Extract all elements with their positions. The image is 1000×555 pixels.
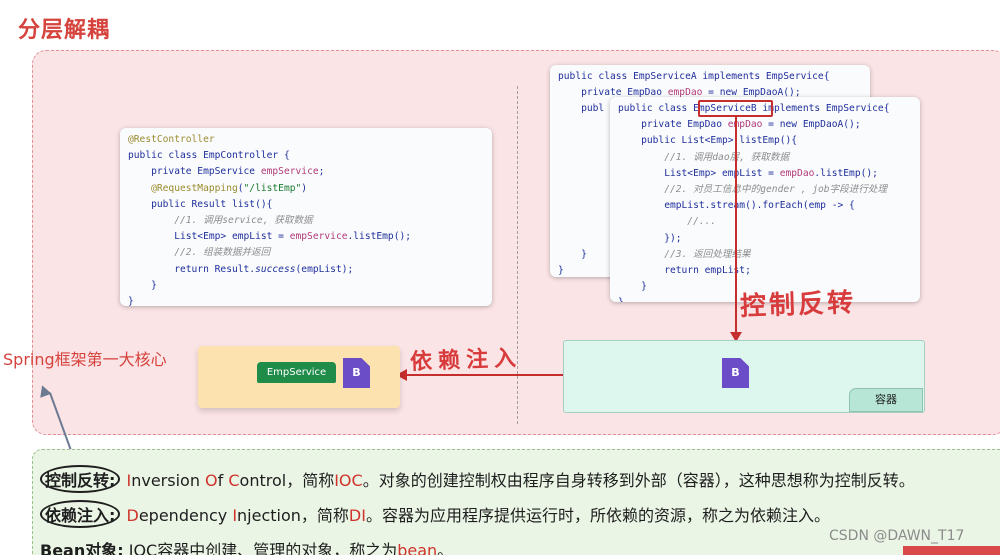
code-line: //2. 对员工信息中的gender , job字段进行处理 xyxy=(618,182,912,198)
code-token: //2. 组装数据并返回 xyxy=(128,247,271,259)
code-line: }); xyxy=(618,231,912,247)
di-definition: 依赖注入: Dependency Injection，简称DI。容器为应用程序提… xyxy=(40,500,830,528)
ioc-description: Inversion Of Control，简称IOC。对象的创建控制权由程序自身… xyxy=(121,471,915,490)
code-token: return Result. xyxy=(128,263,256,275)
code-token: public List<Emp> listEmp(){ xyxy=(618,135,798,147)
code-line: List<Emp> empList = empService.listEmp()… xyxy=(128,229,484,245)
definition-text: ontrol，简称 xyxy=(239,471,335,490)
csdn-watermark: CSDN @DAWN_T17 xyxy=(829,528,965,544)
code-line: public class EmpServiceA implements EmpS… xyxy=(558,69,862,85)
code-line: } xyxy=(128,294,484,306)
di-description: Dependency Injection，简称DI。容器为应用程序提供运行时，所… xyxy=(121,506,830,525)
code-token: ) xyxy=(301,182,308,194)
code-line: return Result.success(empList); xyxy=(128,262,484,278)
code-token: public class EmpController { xyxy=(128,150,290,162)
bean-definition: Bean对象: IOC容器中创建、管理的对象，称之为bean。 xyxy=(40,537,453,555)
definition-text: C xyxy=(228,471,240,490)
code-line: } xyxy=(128,278,484,294)
code-token: private EmpService xyxy=(128,166,261,178)
code-token: } xyxy=(618,297,624,302)
definition-text: IOC容器中创建、管理的对象，称之为 xyxy=(123,541,398,555)
code-token: } xyxy=(558,265,564,277)
ioc-arrow-line xyxy=(735,117,737,337)
emp-service-label: EmpService xyxy=(257,362,336,383)
code-token: empService xyxy=(289,231,348,243)
code-token: //1. 调用service, 获取数据 xyxy=(128,214,313,226)
code-token: = new EmpDaoA(); xyxy=(762,119,861,131)
definition-text: 。对象的创建控制权由程序自身转移到外部（容器），这种思想称为控制反转。 xyxy=(362,471,915,490)
code-token: } xyxy=(558,249,587,261)
definition-text: bean xyxy=(397,541,438,555)
ioc-definition: 控制反转: Inversion Of Control，简称IOC。对象的创建控制… xyxy=(40,465,915,493)
service-b-code-block: public class EmpServiceB implements EmpS… xyxy=(610,97,920,302)
code-token: //1. 调用dao层, 获取数据 xyxy=(618,151,790,163)
code-token: empDao xyxy=(779,167,815,179)
code-token: public class EmpServiceA implements EmpS… xyxy=(558,71,830,82)
code-line: //1. 调用dao层, 获取数据 xyxy=(618,150,912,166)
definition-text: DI xyxy=(348,506,366,525)
bean-description: IOC容器中创建、管理的对象，称之为bean。 xyxy=(123,541,454,555)
ioc-label: 控制反转 xyxy=(739,287,857,323)
service-b-highlight-box xyxy=(698,100,773,117)
code-token: //2. 对员工信息中的gender , job字段进行处理 xyxy=(618,183,888,195)
code-token: //3. 返回处理结果 xyxy=(618,248,751,260)
code-line: return empList; xyxy=(618,263,912,279)
code-line: @RequestMapping("/listEmp") xyxy=(128,181,484,197)
code-token: success xyxy=(255,263,296,275)
bean-b-in-container: B xyxy=(722,358,749,388)
code-token: publ xyxy=(558,103,605,115)
definition-text: njection，简称 xyxy=(237,506,349,525)
di-term: 依赖注入: xyxy=(40,500,121,528)
page-title: 分层解耦 xyxy=(18,18,111,43)
code-line: @RestController xyxy=(128,132,484,148)
code-token: @RequestMapping xyxy=(128,182,238,194)
bean-term: Bean对象: xyxy=(40,541,124,555)
corner-tag xyxy=(903,546,1000,555)
code-token: } xyxy=(618,281,647,293)
code-token: empDao xyxy=(727,119,763,131)
code-line: public class EmpController { xyxy=(128,148,484,164)
code-token: //... xyxy=(618,216,717,228)
spring-core-note: Spring框架第一大核心 xyxy=(3,350,167,369)
code-token: private EmpDao xyxy=(618,119,728,131)
code-token: List<Emp> empList = xyxy=(128,231,290,243)
code-line: //2. 组装数据并返回 xyxy=(128,245,484,261)
code-line: private EmpService empService; xyxy=(128,164,484,180)
code-token: .listEmp(); xyxy=(814,167,878,179)
definition-text: D xyxy=(126,506,139,525)
code-line: //... xyxy=(618,214,912,230)
code-line: private EmpDao empDao = new EmpDaoA(); xyxy=(618,117,912,133)
code-token: } xyxy=(128,279,157,291)
code-line: //3. 返回处理结果 xyxy=(618,247,912,263)
definition-text: O xyxy=(205,471,218,490)
code-line: //1. 调用service, 获取数据 xyxy=(128,213,484,229)
code-token: ; xyxy=(318,166,325,178)
code-token: "/listEmp" xyxy=(243,182,302,194)
code-token: } xyxy=(128,295,134,306)
code-token: return empList; xyxy=(618,264,751,276)
code-token: public Result list(){ xyxy=(128,198,273,210)
ioc-term: 控制反转: xyxy=(40,465,121,493)
code-line: public Result list(){ xyxy=(128,197,484,213)
di-label: 依赖注入 xyxy=(409,346,523,375)
code-token: List<Emp> empList = xyxy=(618,167,780,179)
controller-code-block: @RestController public class EmpControlle… xyxy=(120,128,492,306)
definition-text: f xyxy=(217,471,229,490)
definition-text: 。 xyxy=(437,541,454,555)
code-line: public List<Emp> listEmp(){ xyxy=(618,133,912,149)
container-tab: 容器 xyxy=(849,388,923,412)
definition-text: 。容器为应用程序提供运行时，所依赖的资源，称之为依赖注入。 xyxy=(365,506,830,525)
code-line: List<Emp> empList = empDao.listEmp(); xyxy=(618,166,912,182)
code-token: (empList); xyxy=(295,263,354,275)
code-line: empList.stream().forEach(emp -> { xyxy=(618,198,912,214)
code-token: }); xyxy=(618,232,682,244)
definition-text: nversion xyxy=(131,471,206,490)
code-token: empService xyxy=(260,166,319,178)
definition-text: ependency xyxy=(138,506,233,525)
code-token: @RestController xyxy=(128,134,215,145)
code-token: .listEmp(); xyxy=(347,231,412,243)
definition-text: IOC xyxy=(334,471,363,490)
bean-b-injected: B xyxy=(343,358,370,388)
